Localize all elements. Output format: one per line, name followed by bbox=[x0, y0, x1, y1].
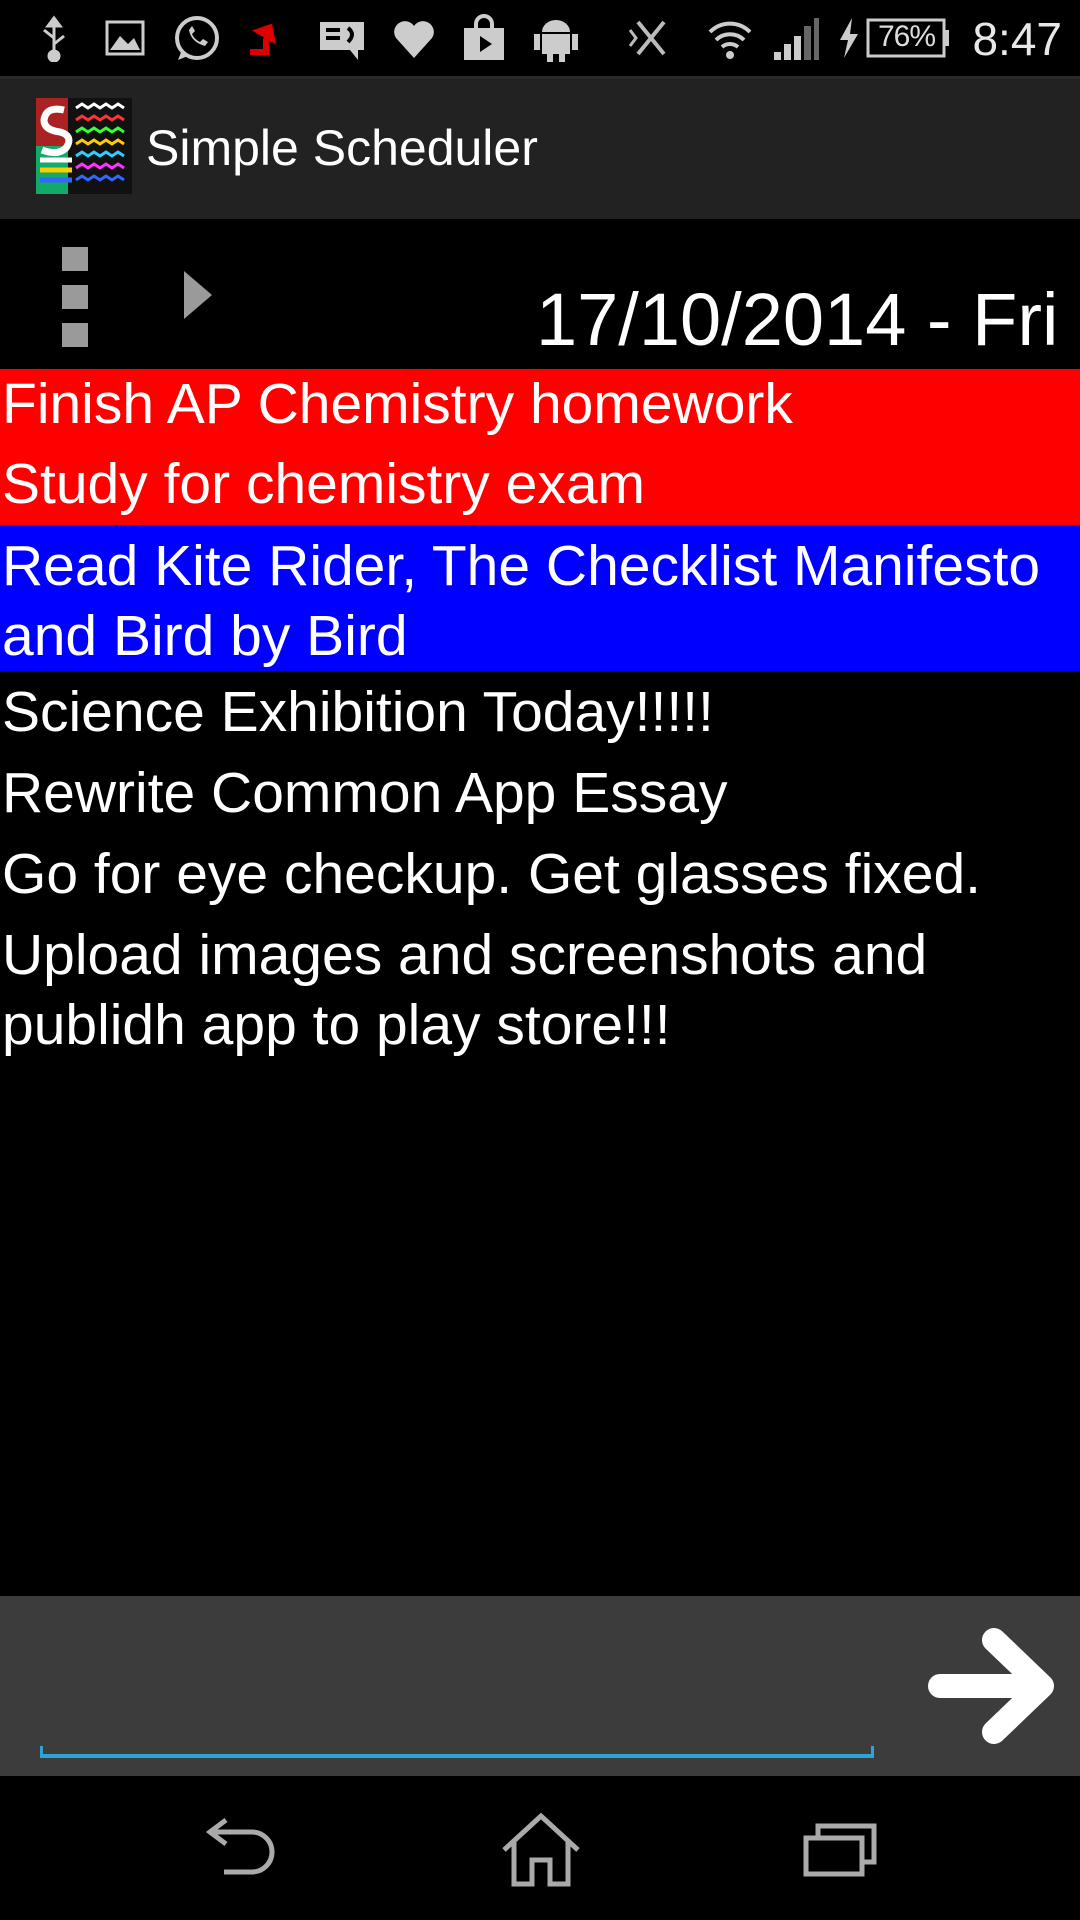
chevron-right-icon bbox=[184, 271, 212, 319]
back-icon bbox=[205, 1818, 275, 1875]
date-toolbar: 17/10/2014 - Fri bbox=[0, 219, 1080, 369]
charging-icon bbox=[836, 14, 860, 62]
image-icon bbox=[104, 14, 146, 62]
shopping-bag-icon bbox=[460, 14, 508, 62]
signal-icon bbox=[772, 14, 820, 62]
recent-apps-button[interactable] bbox=[796, 1812, 886, 1888]
recent-apps-icon bbox=[803, 1823, 877, 1877]
add-task-button[interactable] bbox=[926, 1626, 1060, 1746]
home-icon bbox=[502, 1812, 580, 1887]
new-task-bar bbox=[0, 1596, 1080, 1776]
whatsapp-icon bbox=[170, 14, 224, 62]
home-button[interactable] bbox=[496, 1812, 586, 1888]
upload-icon bbox=[246, 14, 292, 62]
battery-percent: 76% bbox=[878, 20, 936, 53]
wifi-icon bbox=[706, 14, 754, 62]
task-item[interactable]: Finish AP Chemistry homework bbox=[0, 369, 1080, 439]
nfc-off-icon bbox=[624, 14, 676, 62]
clock: 8:47 bbox=[972, 13, 1062, 65]
overflow-menu-icon[interactable] bbox=[52, 247, 98, 347]
task-item[interactable]: Study for chemistry exam bbox=[0, 439, 1080, 525]
back-button[interactable] bbox=[196, 1812, 286, 1888]
app-title: Simple Scheduler bbox=[146, 120, 538, 176]
navigation-bar bbox=[0, 1776, 1080, 1920]
task-item[interactable]: Science Exhibition Today!!!!! bbox=[0, 677, 1080, 747]
date-label[interactable]: 17/10/2014 - Fri bbox=[536, 277, 1058, 362]
usb-icon bbox=[36, 14, 72, 62]
task-item[interactable]: Rewrite Common App Essay bbox=[0, 758, 1080, 828]
input-underline bbox=[40, 1746, 874, 1758]
android-icon bbox=[534, 14, 578, 62]
task-item[interactable]: Go for eye checkup. Get glasses fixed. bbox=[0, 839, 1080, 909]
task-item[interactable]: Read Kite Rider, The Checklist Manifesto… bbox=[0, 525, 1080, 671]
app-logo-icon bbox=[36, 98, 132, 194]
arrow-right-icon bbox=[928, 1628, 1054, 1744]
action-bar: Simple Scheduler bbox=[0, 79, 1080, 219]
message-icon bbox=[318, 14, 366, 62]
next-day-button[interactable] bbox=[172, 265, 222, 325]
status-bar: 76% 8:47 bbox=[0, 0, 1080, 79]
heart-icon bbox=[390, 14, 438, 62]
task-item[interactable]: Upload images and screenshots and publid… bbox=[0, 920, 1080, 1060]
new-task-input[interactable] bbox=[40, 1636, 878, 1758]
task-list: Finish AP Chemistry homework Study for c… bbox=[0, 369, 1080, 1071]
